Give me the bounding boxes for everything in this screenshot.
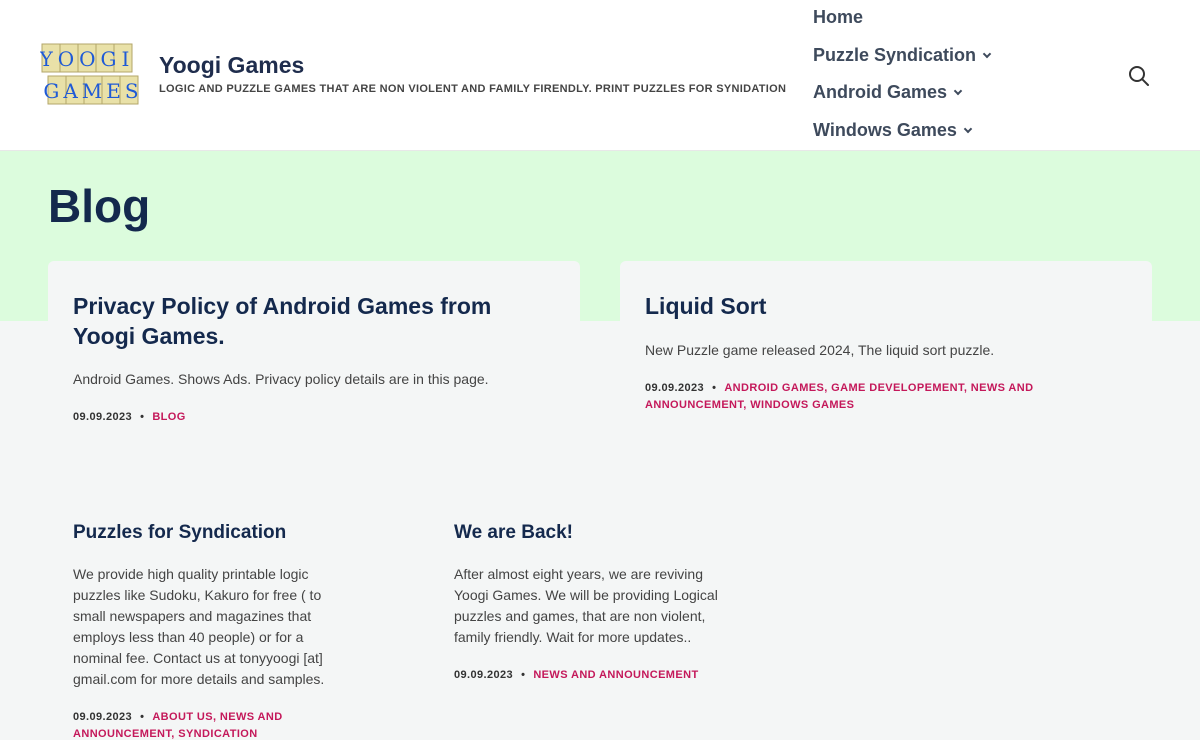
- post-meta: 09.09.2023 • BLOG: [73, 409, 553, 426]
- logo-line2: GAMES: [43, 79, 140, 103]
- nav-item-puzzle-syndication-label: Puzzle Syndication: [813, 45, 977, 65]
- site-header: YOOGI GAMES Yoogi Games LOGIC AND PUZZLE…: [0, 0, 1200, 151]
- post-excerpt: New Puzzle game released 2024, The liqui…: [645, 342, 995, 358]
- post-date[interactable]: 09.09.2023: [73, 411, 132, 423]
- post-date[interactable]: 09.09.2023: [645, 382, 704, 394]
- nav-item-windows-games-label: Windows Games: [813, 120, 957, 140]
- chevron-down-icon: [953, 86, 963, 95]
- post-meta: 09.09.2023 • NEWS AND ANNOUNCEMENT: [454, 667, 739, 684]
- post-excerpt: After almost eight years, we are revivin…: [454, 566, 718, 645]
- post-date[interactable]: 09.09.2023: [454, 669, 513, 681]
- nav-item-android-games[interactable]: Android Games: [813, 82, 963, 103]
- site-logo[interactable]: YOOGI GAMES: [40, 42, 140, 108]
- post-meta: 09.09.2023 • ABOUT US, NEWS AND ANNOUNCEME…: [73, 709, 353, 740]
- post-excerpt: We provide high quality printable logic …: [73, 566, 325, 687]
- post-categories[interactable]: BLOG: [152, 411, 185, 423]
- post-date[interactable]: 09.09.2023: [73, 711, 132, 723]
- nav-item-android-games-label: Android Games: [813, 82, 948, 102]
- chevron-down-icon: [963, 124, 973, 133]
- post-categories[interactable]: NEWS AND ANNOUNCEMENT: [533, 669, 698, 681]
- post-title-link[interactable]: Liquid Sort: [645, 291, 1125, 321]
- post-meta: 09.09.2023 • ANDROID GAMES, GAME DEVELOPEM…: [645, 380, 1045, 414]
- chevron-down-icon: [982, 49, 992, 58]
- site-title[interactable]: Yoogi Games: [159, 52, 304, 79]
- search-icon: [1129, 66, 1149, 86]
- search-button[interactable]: [1127, 64, 1151, 88]
- meta-separator: •: [521, 669, 526, 681]
- nav-item-home-label: Home: [813, 7, 864, 27]
- nav-item-home[interactable]: Home: [813, 7, 863, 28]
- meta-separator: •: [712, 382, 717, 394]
- post-title-link[interactable]: Puzzles for Syndication: [73, 518, 373, 548]
- meta-separator: •: [140, 711, 145, 723]
- site-tagline: LOGIC AND PUZZLE GAMES THAT ARE NON VIOL…: [159, 83, 787, 95]
- page-title: Blog: [48, 180, 151, 232]
- post-excerpt: Android Games. Shows Ads. Privacy policy…: [73, 371, 489, 387]
- nav-item-puzzle-syndication[interactable]: Puzzle Syndication: [813, 45, 992, 66]
- meta-separator: •: [140, 411, 145, 423]
- post-title-link[interactable]: We are Back!: [454, 518, 754, 548]
- post-title-link[interactable]: Privacy Policy of Android Games from Yoo…: [73, 291, 553, 351]
- logo-line1: YOOGI: [40, 47, 134, 71]
- nav-item-windows-games[interactable]: Windows Games: [813, 120, 973, 141]
